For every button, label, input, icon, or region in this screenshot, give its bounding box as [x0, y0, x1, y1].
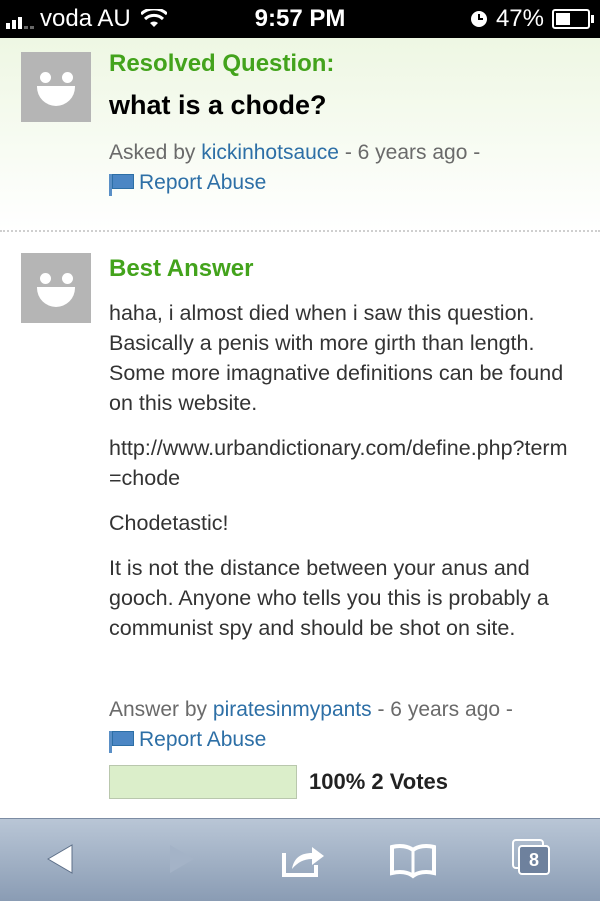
avatar-smile-icon — [37, 287, 75, 307]
answer-url: http://www.urbandictionary.com/define.ph… — [109, 436, 568, 490]
battery-percent: 47% — [495, 5, 544, 32]
browser-toolbar: 8 — [0, 818, 600, 901]
question-meta: Asked by kickinhotsauce - 6 years ago - … — [109, 141, 481, 196]
asker-username-link[interactable]: kickinhotsauce — [201, 141, 339, 164]
forward-arrow-icon[interactable] — [156, 837, 206, 881]
main-content[interactable]: Resolved Question: what is a chode? Aske… — [0, 38, 600, 818]
asker-avatar[interactable] — [21, 52, 91, 122]
avatar-eye-icon — [40, 273, 51, 284]
answerer-username-link[interactable]: piratesinmypants — [213, 698, 372, 721]
share-icon[interactable] — [278, 837, 328, 881]
tabs-button[interactable]: 8 — [508, 837, 558, 881]
answer-by-label: Answer by — [109, 698, 208, 721]
avatar-smile-icon — [37, 86, 75, 106]
asked-by-label: Asked by — [109, 141, 196, 164]
flag-icon — [109, 731, 134, 753]
avatar-eye-icon — [40, 72, 51, 83]
answer-time: - 6 years ago - — [377, 698, 513, 721]
question-time: - 6 years ago - — [344, 141, 481, 164]
bookmarks-icon[interactable] — [388, 837, 438, 881]
answer-paragraph: Chodetastic! — [109, 511, 229, 535]
question-title: what is a chode? — [109, 90, 327, 120]
flag-icon — [109, 174, 134, 196]
vote-summary: 100% 2 Votes — [109, 765, 448, 799]
report-abuse-link-answer[interactable]: Report Abuse — [109, 728, 513, 753]
tab-count: 8 — [518, 845, 550, 875]
answer-paragraph: It is not the distance between your anus… — [109, 556, 549, 640]
report-abuse-label: Report Abuse — [139, 171, 267, 194]
avatar-eye-icon — [62, 72, 73, 83]
status-right: 47% — [470, 5, 594, 33]
battery-icon — [552, 9, 594, 29]
best-answer-label: Best Answer — [109, 255, 254, 282]
status-bar: voda AU 9:57 PM 47% — [0, 0, 600, 38]
answer-paragraph: haha, i almost died when i saw this ques… — [109, 301, 564, 415]
vote-count: 100% 2 Votes — [309, 769, 449, 794]
report-abuse-link-question[interactable]: Report Abuse — [109, 171, 480, 196]
report-abuse-label: Report Abuse — [139, 728, 267, 751]
answer-meta: Answer by piratesinmypants - 6 years ago… — [109, 698, 513, 753]
back-arrow-icon[interactable] — [38, 837, 88, 881]
section-divider — [0, 230, 600, 232]
answerer-avatar[interactable] — [21, 253, 91, 323]
vote-bar — [109, 765, 297, 799]
avatar-eye-icon — [62, 273, 73, 284]
question-section: Resolved Question: what is a chode? Aske… — [0, 38, 600, 230]
battery-fill — [556, 13, 570, 25]
clock-icon — [470, 11, 487, 27]
resolved-question-label: Resolved Question: — [109, 50, 335, 77]
answer-body: haha, i almost died when i saw this ques… — [109, 298, 579, 658]
